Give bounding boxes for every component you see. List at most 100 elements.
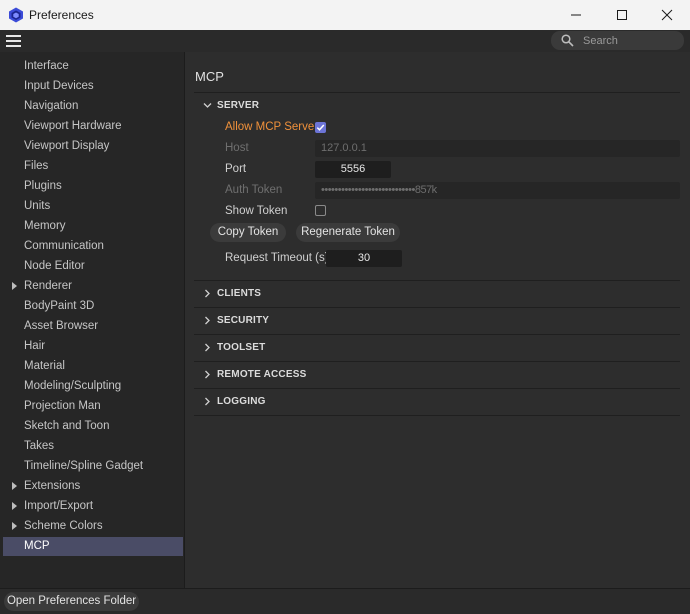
sidebar-item-label: Timeline/Spline Gadget	[24, 460, 144, 472]
sidebar-item-label: Hair	[24, 340, 46, 352]
expand-arrow-icon[interactable]	[12, 502, 17, 510]
section-logging-header[interactable]: LOGGING	[194, 388, 680, 414]
sidebar-item-hair[interactable]: Hair	[3, 337, 183, 356]
section-label: REMOTE ACCESS	[217, 369, 307, 380]
sidebar-item-import-export[interactable]: Import/Export	[3, 497, 183, 516]
check-icon	[316, 124, 325, 131]
sidebar-item-label: Memory	[24, 220, 66, 232]
open-preferences-folder-button[interactable]: Open Preferences Folder	[4, 592, 139, 611]
sidebar-item-communication[interactable]: Communication	[3, 237, 183, 256]
hamburger-menu-icon[interactable]	[6, 35, 21, 47]
expand-arrow-icon[interactable]	[12, 522, 17, 530]
sidebar-item-memory[interactable]: Memory	[3, 217, 183, 236]
host-field: 127.0.0.1	[315, 140, 680, 157]
sidebar-item-asset-browser[interactable]: Asset Browser	[3, 317, 183, 336]
sidebar-item-viewport-hardware[interactable]: Viewport Hardware	[3, 117, 183, 136]
sidebar-item-label: Modeling/Sculpting	[24, 380, 122, 392]
section-label: SECURITY	[217, 315, 270, 326]
sidebar-item-label: Node Editor	[24, 260, 85, 272]
sidebar-item-label: Material	[24, 360, 65, 372]
port-field[interactable]: 5556	[315, 161, 391, 178]
chevron-down-icon	[203, 103, 212, 108]
page-title: MCP	[195, 69, 224, 84]
sidebar-item-viewport-display[interactable]: Viewport Display	[3, 137, 183, 156]
host-label: Host	[225, 142, 249, 154]
preferences-sidebar: Interface Input Devices Navigation Viewport…	[0, 52, 185, 588]
maximize-icon	[617, 10, 627, 20]
request-timeout-field[interactable]: 30	[326, 250, 402, 267]
sidebar-item-projection-man[interactable]: Projection Man	[3, 397, 183, 416]
section-remote-access-header[interactable]: REMOTE ACCESS	[194, 361, 680, 387]
sidebar-item-label: Input Devices	[24, 80, 94, 92]
search-icon	[561, 34, 574, 47]
close-icon	[661, 9, 673, 21]
close-button[interactable]	[644, 0, 690, 30]
sidebar-item-label: Files	[24, 160, 49, 172]
chevron-right-icon	[205, 397, 210, 406]
sidebar-item-extensions[interactable]: Extensions	[3, 477, 183, 496]
section-label: LOGGING	[217, 396, 266, 407]
sidebar-item-plugins[interactable]: Plugins	[3, 177, 183, 196]
sidebar-item-label: Asset Browser	[24, 320, 99, 332]
sidebar-item-material[interactable]: Material	[3, 357, 183, 376]
sidebar-item-modeling-sculpting[interactable]: Modeling/Sculpting	[3, 377, 183, 396]
sidebar-item-takes[interactable]: Takes	[3, 437, 183, 456]
sidebar-item-sketch-and-toon[interactable]: Sketch and Toon	[3, 417, 183, 436]
sidebar-item-scheme-colors[interactable]: Scheme Colors	[3, 517, 183, 536]
cinema4d-cube-icon	[9, 7, 23, 23]
section-server-label: SERVER	[217, 100, 260, 111]
sidebar-item-label: BodyPaint 3D	[24, 300, 95, 312]
sidebar-item-label: Communication	[24, 240, 104, 252]
sidebar-item-mcp[interactable]: MCP	[3, 537, 183, 556]
section-label: CLIENTS	[217, 288, 262, 299]
sidebar-item-input-devices[interactable]: Input Devices	[3, 77, 183, 96]
copy-token-button[interactable]: Copy Token	[210, 223, 286, 242]
allow-mcp-server-label: Allow MCP Server	[225, 121, 319, 133]
sidebar-item-label: Viewport Hardware	[24, 120, 122, 132]
chevron-right-icon	[205, 343, 210, 352]
section-server-header[interactable]: SERVER	[194, 92, 680, 118]
auth-token-label: Auth Token	[225, 184, 283, 196]
sidebar-item-label: Extensions	[24, 480, 81, 492]
sidebar-item-units[interactable]: Units	[3, 197, 183, 216]
expand-arrow-icon[interactable]	[12, 282, 17, 290]
sidebar-item-navigation[interactable]: Navigation	[3, 97, 183, 116]
section-label: TOOLSET	[217, 342, 266, 353]
sidebar-item-node-editor[interactable]: Node Editor	[3, 257, 183, 276]
sidebar-item-label: Takes	[24, 440, 55, 452]
search-input[interactable]	[583, 33, 678, 48]
sidebar-item-label: Viewport Display	[24, 140, 110, 152]
sidebar-item-interface[interactable]: Interface	[3, 57, 183, 76]
minimize-button[interactable]	[553, 0, 599, 30]
sidebar-item-label: Projection Man	[24, 400, 101, 412]
main-panel: MCP SERVER Allow MCP Server Host 127.0.0…	[186, 52, 690, 588]
sidebar-item-renderer[interactable]: Renderer	[3, 277, 183, 296]
expand-arrow-icon[interactable]	[12, 482, 17, 490]
sidebar-item-label: Import/Export	[24, 500, 94, 512]
title-bar[interactable]: Preferences	[0, 0, 690, 30]
section-security-header[interactable]: SECURITY	[194, 307, 680, 333]
search-box[interactable]	[551, 31, 684, 50]
section-toolset-header[interactable]: TOOLSET	[194, 334, 680, 360]
chevron-right-icon	[205, 316, 210, 325]
section-clients-header[interactable]: CLIENTS	[194, 280, 680, 306]
sidebar-item-label: Plugins	[24, 180, 62, 192]
request-timeout-label: Request Timeout (s)	[225, 252, 329, 264]
sidebar-item-bodypaint-3d[interactable]: BodyPaint 3D	[3, 297, 183, 316]
allow-mcp-server-checkbox[interactable]	[315, 122, 326, 133]
sidebar-item-timeline-spline-gadget[interactable]: Timeline/Spline Gadget	[3, 457, 183, 476]
sidebar-item-label: Scheme Colors	[24, 520, 103, 532]
sidebar-item-label: MCP	[24, 540, 50, 552]
maximize-button[interactable]	[599, 0, 645, 30]
regenerate-token-button[interactable]: Regenerate Token	[296, 223, 400, 242]
show-token-checkbox[interactable]	[315, 205, 326, 216]
port-label: Port	[225, 163, 247, 175]
sidebar-item-label: Renderer	[24, 280, 72, 292]
sidebar-item-label: Sketch and Toon	[24, 420, 110, 432]
sidebar-item-files[interactable]: Files	[3, 157, 183, 176]
sidebar-item-label: Interface	[24, 60, 69, 72]
toolbar	[0, 30, 690, 52]
section-divider	[194, 415, 680, 416]
chevron-right-icon	[205, 289, 210, 298]
chevron-right-icon	[205, 370, 210, 379]
